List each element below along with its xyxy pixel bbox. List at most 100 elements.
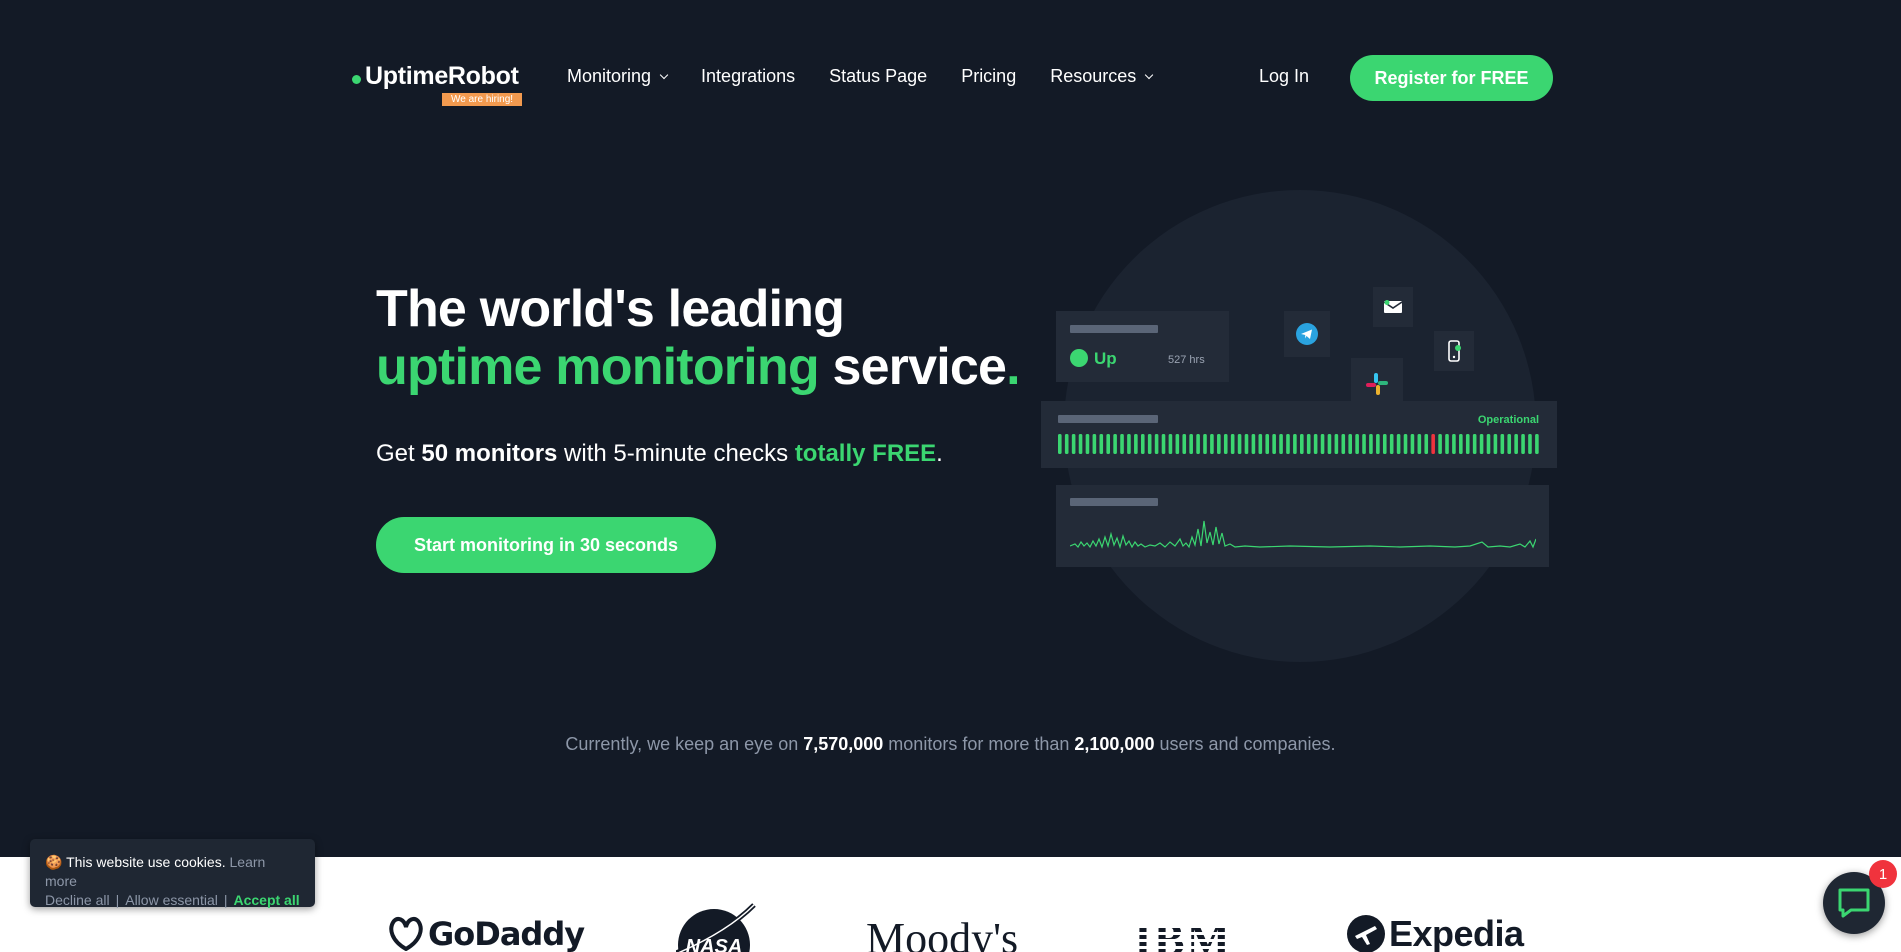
uptime-history-bar <box>1459 434 1463 454</box>
uptime-history-bar <box>1230 434 1235 454</box>
sub-green: totally FREE <box>794 440 937 467</box>
uptime-history-bar <box>1251 434 1256 454</box>
uptime-history-bar <box>1431 434 1435 454</box>
status-up: Up <box>1094 349 1117 368</box>
operational-label: Operational <box>1477 414 1539 426</box>
decline-all-button[interactable]: Decline all <box>45 892 110 908</box>
uptime-history-bar <box>1210 434 1214 454</box>
uptime-history-bar <box>1514 434 1518 454</box>
cookie-text: This website use cookies. <box>66 854 226 870</box>
separator: | <box>223 892 228 908</box>
uptime-history-bar <box>1334 434 1339 454</box>
uptime-history-bar <box>1403 434 1408 454</box>
separator: | <box>115 892 120 908</box>
nav-item-resources[interactable]: Resources <box>1050 66 1154 87</box>
cookie-message: 🍪 This website use cookies. Learn more <box>45 853 300 891</box>
nav-item-status-page[interactable]: Status Page <box>829 66 927 87</box>
uptime-history-bar <box>1106 434 1110 454</box>
uptime-history-bar <box>1327 434 1332 454</box>
uptime-history-bar <box>1099 434 1104 454</box>
uptime-history-bar <box>1486 434 1491 454</box>
hero-title: The world's leading uptime monitoring se… <box>376 280 1021 396</box>
uptime-history-bar <box>1452 434 1456 454</box>
top-nav: UptimeRobot We are hiring! Monitoring In… <box>0 54 1901 106</box>
email-icon <box>1373 287 1413 327</box>
uptime-history-bar <box>1507 434 1512 454</box>
main-menu: Monitoring Integrations Status Page Pric… <box>567 66 1186 87</box>
uptime-history-bar <box>1058 434 1062 454</box>
uptime-history-bar <box>1521 434 1525 454</box>
brand-name: IBM <box>1134 914 1232 952</box>
nav-item-pricing[interactable]: Pricing <box>961 66 1016 87</box>
uptime-history-bar <box>1134 434 1138 454</box>
uptime-history-bar <box>1396 434 1401 454</box>
uptime-history-bar <box>1528 434 1532 454</box>
nav-item-label: Integrations <box>701 66 796 86</box>
uptime-history-bar <box>1071 434 1076 454</box>
uptime-history-bar <box>1293 434 1297 454</box>
uptime-history-bar <box>1175 434 1180 454</box>
hero-title-green: uptime monitoring <box>376 338 820 396</box>
nasa-text: NASA <box>686 936 743 952</box>
uptime-history-bar <box>1320 434 1325 454</box>
uptime-hours: 527 hrs <box>1168 354 1205 366</box>
allow-essential-button[interactable]: Allow essential <box>125 892 218 908</box>
uptime-history-bar <box>1189 434 1193 454</box>
uptime-history-bar <box>1203 434 1207 454</box>
moodys-logo: Moody's <box>866 914 1019 952</box>
uptime-history-bar <box>1168 434 1173 454</box>
sub-text: with 5-minute checks <box>557 440 795 467</box>
chat-notification-badge: 1 <box>1869 860 1897 888</box>
uptime-history-bar <box>1313 434 1318 454</box>
uptime-history-bar <box>1154 434 1159 454</box>
brand-name: Expedia <box>1389 913 1524 952</box>
uptime-history-bar <box>1438 434 1442 454</box>
nav-item-label: Monitoring <box>567 66 652 86</box>
chat-icon <box>1838 888 1870 918</box>
uptime-history-bar <box>1535 434 1539 454</box>
accept-all-button[interactable]: Accept all <box>233 892 299 908</box>
stats-text: Currently, we keep an eye on <box>565 734 804 754</box>
nav-item-integrations[interactable]: Integrations <box>701 66 795 87</box>
uptime-history-bar <box>1479 434 1484 454</box>
hiring-badge[interactable]: We are hiring! <box>442 93 523 106</box>
response-time-card <box>1056 485 1549 567</box>
uptime-history-bars <box>1058 434 1539 454</box>
uptime-history-bar <box>1445 434 1449 454</box>
uptime-history-bar <box>1265 434 1270 454</box>
chevron-down-icon <box>1145 70 1154 79</box>
response-time-graph <box>1070 520 1536 550</box>
brand-name: GoDaddy <box>428 915 585 952</box>
cookie-actions: Decline all | Allow essential | Accept all <box>45 891 300 910</box>
start-monitoring-button[interactable]: Start monitoring in 30 seconds <box>376 517 716 573</box>
uptime-history-bar <box>1182 434 1187 454</box>
uptime-history-bar <box>1140 434 1145 454</box>
register-button[interactable]: Register for FREE <box>1350 55 1553 101</box>
uptime-card: Up 527 hrs <box>1056 311 1229 382</box>
uptime-history-bar <box>1306 434 1311 454</box>
stats-monitors: 7,570,000 <box>803 734 884 754</box>
hero-title-line1: The world's leading <box>376 280 845 338</box>
uptime-history-bar <box>1417 434 1422 454</box>
logo[interactable]: UptimeRobot <box>352 62 519 91</box>
logo-dot <box>352 75 361 84</box>
login-link[interactable]: Log In <box>1259 66 1309 87</box>
godaddy-icon <box>389 917 423 952</box>
hero-title-rest: service <box>818 338 1007 396</box>
placeholder-bar <box>1070 325 1158 333</box>
uptime-history-bar <box>1500 434 1505 454</box>
uptime-history-bar <box>1410 434 1415 454</box>
uptime-history-bar <box>1286 434 1290 454</box>
nav-item-monitoring[interactable]: Monitoring <box>567 66 669 87</box>
cookie-icon: 🍪 <box>45 854 63 870</box>
uptime-history-bar <box>1389 434 1394 454</box>
stats-users: 2,100,000 <box>1074 734 1155 754</box>
nav-item-label: Status Page <box>829 66 928 86</box>
uptime-history-bar <box>1493 434 1498 454</box>
hero-subtitle: Get 50 monitors with 5-minute checks tot… <box>376 440 943 468</box>
nasa-logo: NASA <box>675 903 756 952</box>
uptime-history-bar <box>1217 434 1221 454</box>
uptime-history-bar <box>1147 434 1152 454</box>
uptime-history-bar <box>1120 434 1124 454</box>
telegram-icon <box>1284 311 1330 357</box>
